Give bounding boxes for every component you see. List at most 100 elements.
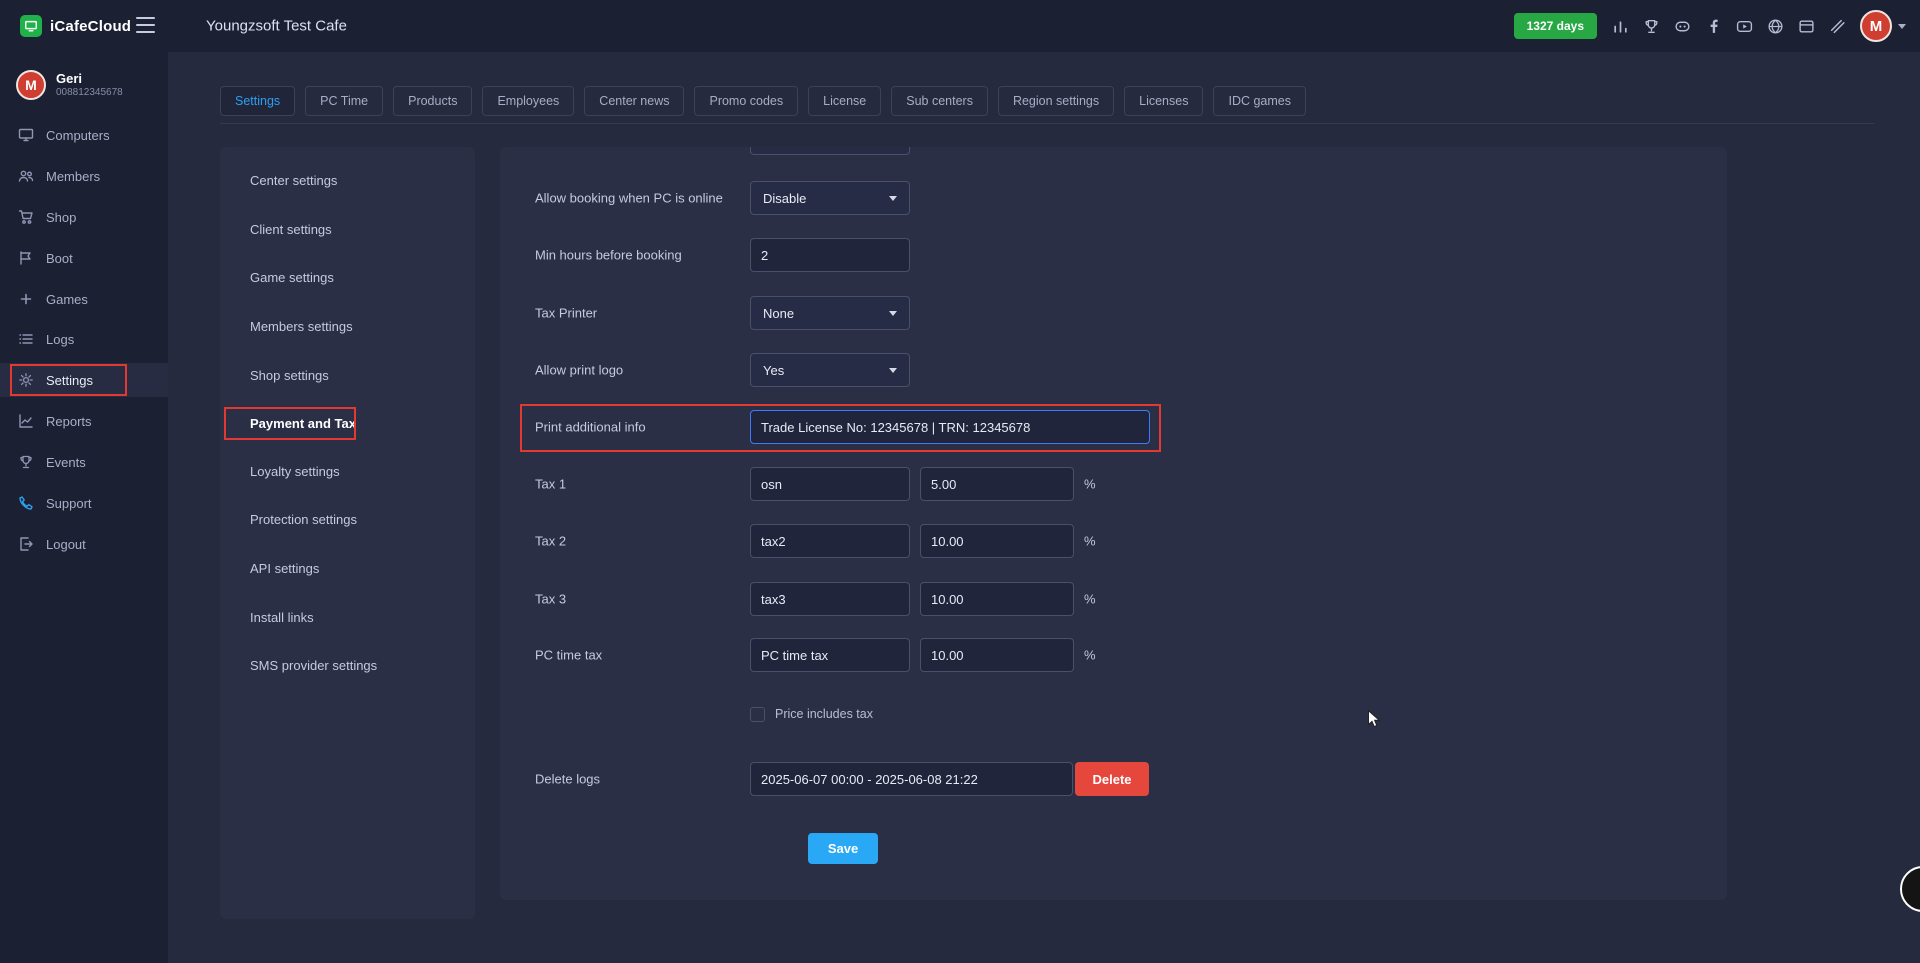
tab-settings[interactable]: Settings xyxy=(220,86,295,116)
facebook-icon[interactable] xyxy=(1704,17,1722,35)
stats-icon[interactable] xyxy=(1611,17,1629,35)
sidebar-item-logs[interactable]: Logs xyxy=(0,322,168,356)
tab-employees[interactable]: Employees xyxy=(482,86,574,116)
min-hours-input[interactable] xyxy=(750,238,910,272)
delete-logs-row: Delete logs Delete xyxy=(500,762,1727,796)
select-value: Disable xyxy=(763,191,806,206)
tax2-percent-input[interactable] xyxy=(920,524,1074,558)
allow-booking-select[interactable]: Disable xyxy=(750,181,910,215)
sidebar-item-label: Logs xyxy=(46,332,74,347)
sidebar-item-shop[interactable]: Shop xyxy=(0,200,168,234)
nav-item-shop-settings[interactable]: Shop settings xyxy=(236,359,459,391)
tax1-name-input[interactable] xyxy=(750,467,910,501)
user-id: 008812345678 xyxy=(56,86,123,99)
tab-licenses[interactable]: Licenses xyxy=(1124,86,1203,116)
events-icon xyxy=(18,454,34,470)
icafecloud-logo-icon xyxy=(20,15,42,37)
field-label: Delete logs xyxy=(535,772,600,787)
user-name: Geri xyxy=(56,71,123,86)
sidebar-item-settings[interactable]: Settings xyxy=(0,363,168,397)
sidebar-user-avatar: M xyxy=(16,70,46,100)
field-label: Print additional info xyxy=(535,420,646,435)
form-row-pc-time-tax: PC time tax % xyxy=(500,638,1727,672)
sidebar-item-label: Reports xyxy=(46,414,92,429)
tab-pc-time[interactable]: PC Time xyxy=(305,86,383,116)
youtube-icon[interactable] xyxy=(1735,17,1753,35)
percent-sign: % xyxy=(1084,592,1096,607)
computer-icon xyxy=(18,127,34,143)
allow-print-logo-select[interactable]: Yes xyxy=(750,353,910,387)
tab-promo-codes[interactable]: Promo codes xyxy=(694,86,798,116)
delete-logs-range-input[interactable] xyxy=(750,762,1073,796)
tax2-name-input[interactable] xyxy=(750,524,910,558)
logout-icon xyxy=(18,536,34,552)
sidebar-item-logout[interactable]: Logout xyxy=(0,527,168,561)
sidebar-item-label: Computers xyxy=(46,128,110,143)
boot-icon xyxy=(18,250,34,266)
tab-center-news[interactable]: Center news xyxy=(584,86,684,116)
nav-item-client-settings[interactable]: Client settings xyxy=(236,213,459,245)
sidebar-item-boot[interactable]: Boot xyxy=(0,241,168,275)
tax-printer-select[interactable]: None xyxy=(750,296,910,330)
nav-item-sms-provider-settings[interactable]: SMS provider settings xyxy=(236,649,459,681)
nav-item-members-settings[interactable]: Members settings xyxy=(236,310,459,342)
nav-item-payment-and-tax[interactable]: Payment and Tax xyxy=(236,407,459,439)
tax3-percent-input[interactable] xyxy=(920,582,1074,616)
nav-item-protection-settings[interactable]: Protection settings xyxy=(236,503,459,535)
clipped-top-input[interactable] xyxy=(750,147,910,155)
sidebar-item-label: Events xyxy=(46,455,86,470)
tab-region-settings[interactable]: Region settings xyxy=(998,86,1114,116)
chevron-down-icon xyxy=(889,196,897,201)
field-label: Tax Printer xyxy=(535,306,597,321)
menu-toggle-button[interactable] xyxy=(136,17,155,33)
percent-sign: % xyxy=(1084,648,1096,663)
billing-icon[interactable] xyxy=(1797,17,1815,35)
delete-button[interactable]: Delete xyxy=(1075,762,1149,796)
topbar-right: 1327 days M xyxy=(1514,0,1906,52)
nav-item-install-links[interactable]: Install links xyxy=(236,601,459,633)
tab-products[interactable]: Products xyxy=(393,86,472,116)
tax3-name-input[interactable] xyxy=(750,582,910,616)
form-row-tax3: Tax 3 % xyxy=(500,582,1727,616)
discord-icon[interactable] xyxy=(1673,17,1691,35)
nav-item-center-settings[interactable]: Center settings xyxy=(236,164,459,196)
tab-sub-centers[interactable]: Sub centers xyxy=(891,86,988,116)
select-value: None xyxy=(763,306,794,321)
sidebar-item-label: Shop xyxy=(46,210,76,225)
checkbox-label: Price includes tax xyxy=(775,707,873,721)
sidebar: M Geri 008812345678 Computers Members Sh… xyxy=(0,52,168,963)
pc-time-tax-name-input[interactable] xyxy=(750,638,910,672)
nav-item-api-settings[interactable]: API settings xyxy=(236,552,459,584)
save-button[interactable]: Save xyxy=(808,833,878,864)
brand[interactable]: iCafeCloud xyxy=(20,0,131,52)
globe-icon[interactable] xyxy=(1766,17,1784,35)
pc-time-tax-percent-input[interactable] xyxy=(920,638,1074,672)
tabs-divider xyxy=(220,123,1874,124)
sidebar-item-games[interactable]: Games xyxy=(0,282,168,316)
avatar-letter: M xyxy=(1870,18,1883,35)
members-icon xyxy=(18,168,34,184)
shortcuts-icon[interactable] xyxy=(1828,17,1846,35)
user-menu[interactable]: M xyxy=(1860,10,1906,42)
sidebar-item-label: Logout xyxy=(46,537,86,552)
print-additional-info-input[interactable] xyxy=(750,410,1150,444)
days-badge[interactable]: 1327 days xyxy=(1514,13,1597,39)
price-includes-tax-row: Price includes tax xyxy=(750,706,873,722)
logs-icon xyxy=(18,331,34,347)
tab-license[interactable]: License xyxy=(808,86,881,116)
tax1-percent-input[interactable] xyxy=(920,467,1074,501)
sidebar-item-computers[interactable]: Computers xyxy=(0,118,168,152)
sidebar-item-support[interactable]: Support xyxy=(0,486,168,520)
trophy-icon[interactable] xyxy=(1642,17,1660,35)
nav-item-loyalty-settings[interactable]: Loyalty settings xyxy=(236,455,459,487)
brand-name: iCafeCloud xyxy=(50,18,131,35)
price-includes-tax-checkbox[interactable] xyxy=(750,707,765,722)
nav-item-game-settings[interactable]: Game settings xyxy=(236,261,459,293)
tab-bar: Settings PC Time Products Employees Cent… xyxy=(220,86,1306,116)
sidebar-item-reports[interactable]: Reports xyxy=(0,404,168,438)
sidebar-item-members[interactable]: Members xyxy=(0,159,168,193)
sidebar-item-events[interactable]: Events xyxy=(0,445,168,479)
sidebar-user[interactable]: M Geri 008812345678 xyxy=(16,70,123,100)
phone-icon xyxy=(18,495,34,511)
tab-idc-games[interactable]: IDC games xyxy=(1213,86,1306,116)
